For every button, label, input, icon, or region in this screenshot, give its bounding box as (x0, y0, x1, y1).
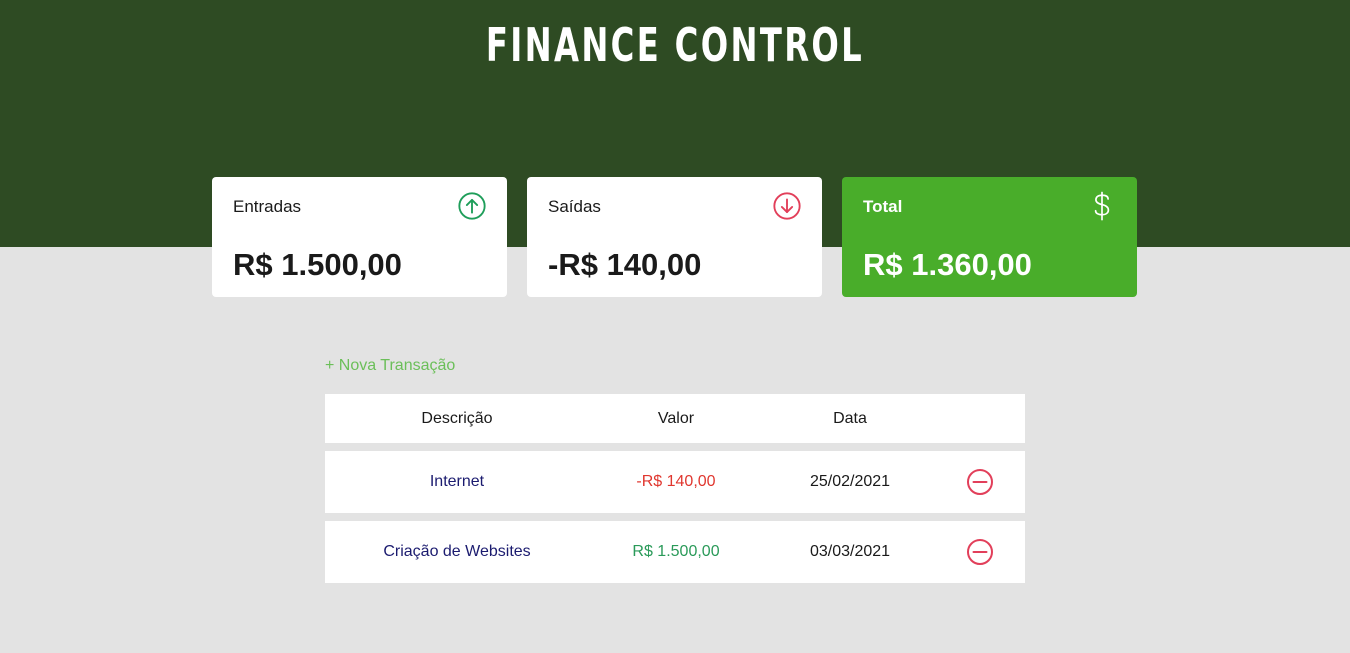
row-value: -R$ 140,00 (636, 473, 716, 490)
row-date: 25/02/2021 (809, 473, 891, 490)
row-date: 03/03/2021 (809, 543, 891, 560)
row-value: R$ 1.500,00 (632, 543, 720, 560)
income-card-label: Entradas (233, 197, 302, 216)
minus-circle-icon[interactable] (966, 468, 994, 496)
row-remove-cell (945, 451, 1015, 513)
row-description: Internet (429, 473, 485, 490)
minus-circle-icon[interactable] (966, 538, 994, 566)
header-value: Valor (657, 409, 695, 427)
income-card-value: R$ 1.500,00 (233, 247, 402, 282)
row-remove-cell (945, 521, 1015, 583)
header-description: Descrição (421, 409, 493, 427)
dollar-sign-icon (1094, 191, 1110, 221)
expense-card-value: -R$ 140,00 (548, 247, 702, 282)
arrow-up-circle-icon (458, 192, 486, 220)
expense-card-label: Saídas (548, 197, 601, 216)
transactions-table: Descrição Valor Data Internet -R$ 140,00… (325, 394, 1025, 591)
total-card: Total R$ 1.360,00 (842, 177, 1137, 297)
table-row: Criação de Websites R$ 1.500,00 03/03/20… (325, 521, 1025, 583)
arrow-down-circle-icon (773, 192, 801, 220)
header-date: Data (833, 409, 867, 427)
table-header-row: Descrição Valor Data (325, 394, 1025, 443)
expense-card: Saídas -R$ 140,00 (527, 177, 822, 297)
new-transaction-link[interactable]: + Nova Transação (325, 357, 455, 375)
app-logo-title: FINANCE CONTROL (485, 18, 865, 72)
total-card-label: Total (863, 197, 903, 216)
table-row: Internet -R$ 140,00 25/02/2021 (325, 451, 1025, 513)
row-description: Criação de Websites (383, 543, 531, 560)
income-card: Entradas R$ 1.500,00 (212, 177, 507, 297)
total-card-value: R$ 1.360,00 (863, 247, 1032, 282)
